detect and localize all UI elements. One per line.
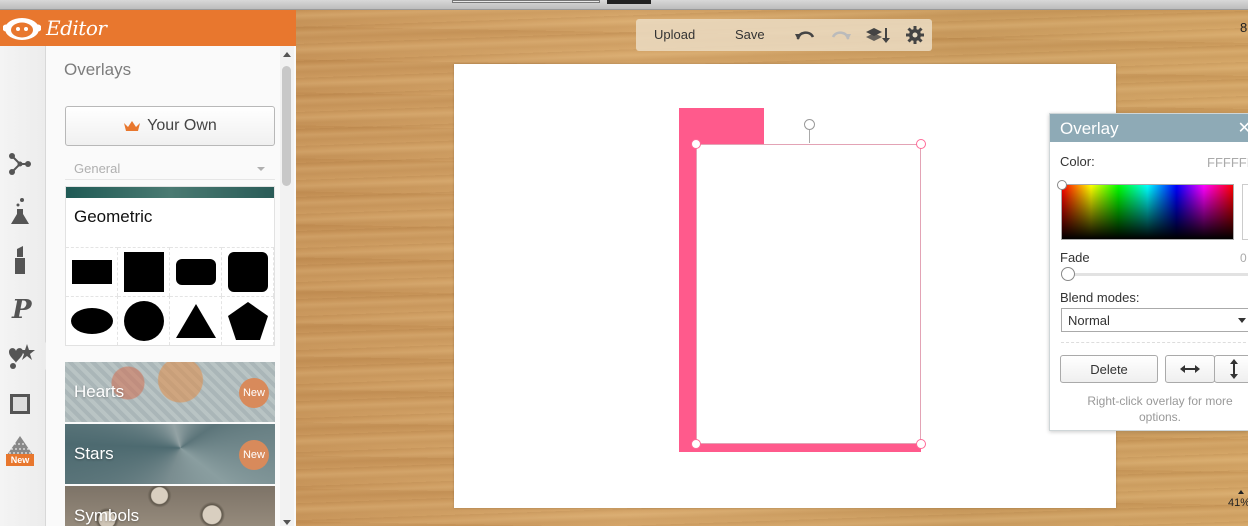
category-label: Hearts [74, 382, 125, 401]
category-select[interactable]: General [65, 156, 275, 180]
save-button[interactable]: Save [735, 27, 765, 42]
shape-square[interactable] [118, 247, 170, 296]
editor-header: Editor [0, 10, 296, 46]
fade-label: Fade [1060, 250, 1090, 265]
divider [1061, 342, 1248, 343]
resize-handle-top-right[interactable] [916, 139, 926, 149]
app-title: Editor [46, 16, 107, 40]
color-picker-knob[interactable] [1057, 180, 1067, 190]
sidebar: Editor P New Overlays Your Own General G… [0, 10, 296, 526]
right-click-hint: Right-click overlay for more options. [1087, 394, 1233, 424]
pink-overlay-top[interactable] [679, 108, 764, 144]
panel-title: Overlays [64, 60, 132, 79]
color-swatch[interactable] [1242, 184, 1248, 240]
blend-mode-value: Normal [1068, 313, 1110, 328]
redo-icon[interactable] [830, 27, 852, 43]
browser-block [607, 0, 651, 4]
color-label: Color: [1060, 154, 1095, 169]
blend-mode-select[interactable]: Normal [1061, 308, 1248, 332]
geometric-title: Geometric [74, 207, 153, 226]
your-own-button[interactable]: Your Own [65, 106, 275, 146]
settings-icon[interactable] [905, 25, 925, 45]
overlays-panel: Overlays Your Own General Geometric Hear… [46, 46, 296, 526]
your-own-label: Your Own [147, 117, 217, 134]
svg-text:P: P [11, 295, 32, 323]
blend-modes-label: Blend modes: [1060, 290, 1140, 305]
category-select-value: General [74, 161, 121, 176]
shape-rounded-rectangle[interactable] [170, 247, 222, 296]
zoom-up-icon[interactable] [1238, 490, 1244, 494]
category-label: Symbols [74, 506, 140, 525]
fade-slider-knob[interactable] [1061, 267, 1075, 281]
scroll-up-icon[interactable] [283, 52, 291, 57]
geometric-card: Geometric [65, 186, 275, 346]
color-hex-value[interactable]: FFFFFF [1207, 155, 1248, 170]
shape-circle[interactable] [118, 296, 170, 345]
category-stars[interactable]: Stars New [65, 424, 275, 484]
flip-horizontal-button[interactable] [1165, 355, 1215, 383]
frames-icon[interactable] [4, 388, 36, 420]
pink-overlay-bottom[interactable] [696, 444, 921, 452]
crown-icon [124, 121, 141, 131]
scroll-down-icon[interactable] [283, 520, 291, 525]
browser-field [452, 0, 600, 3]
chevron-down-icon [1238, 318, 1246, 323]
card-top-strip [66, 187, 274, 198]
selected-overlay[interactable] [696, 144, 921, 444]
scrollbar-thumb[interactable] [282, 66, 291, 186]
flask-icon[interactable] [4, 196, 36, 228]
overlay-panel-header[interactable]: Overlay ✕ [1050, 114, 1248, 142]
tool-rail: P New [0, 46, 54, 526]
new-badge: New [239, 440, 269, 470]
delete-label: Delete [1090, 361, 1128, 377]
rotate-handle[interactable] [804, 119, 815, 130]
picmonkey-logo-icon [3, 18, 41, 40]
new-badge: New [239, 378, 269, 408]
layers-icon[interactable] [865, 26, 891, 44]
category-symbols[interactable]: Symbols [65, 486, 275, 526]
pink-overlay-left[interactable] [679, 144, 696, 452]
flip-vertical-icon [1230, 359, 1238, 379]
shape-triangle[interactable] [170, 296, 222, 345]
sidebar-toggle-icon[interactable]: 8 [1240, 20, 1247, 35]
top-toolbar: Upload Save [636, 19, 932, 51]
lipstick-icon[interactable] [4, 244, 36, 276]
chevron-down-icon [257, 167, 265, 171]
overlay-panel-title: Overlay [1060, 119, 1119, 138]
shape-rounded-square[interactable] [222, 247, 274, 296]
rotation-line [809, 129, 810, 143]
color-spectrum[interactable] [1061, 184, 1234, 240]
text-icon[interactable]: P [4, 292, 36, 324]
shape-ellipse[interactable] [66, 296, 118, 345]
shape-pentagon[interactable] [222, 296, 274, 345]
overlay-properties-panel: Overlay ✕ Color: FFFFFF Fade 0 Blend mod… [1049, 113, 1248, 431]
new-badge: New [6, 454, 34, 466]
browser-toolbar-strip [0, 0, 1248, 10]
resize-handle-top-left[interactable] [691, 139, 701, 149]
flip-horizontal-icon [1180, 365, 1200, 373]
close-icon[interactable]: ✕ [1238, 118, 1248, 138]
fade-value: 0 [1240, 251, 1247, 265]
category-label: Stars [74, 444, 114, 463]
zoom-level[interactable]: 41% [1228, 497, 1248, 509]
fade-slider[interactable] [1062, 273, 1248, 276]
upload-button[interactable]: Upload [654, 27, 695, 42]
shape-grid [66, 247, 274, 345]
effects-icon[interactable] [4, 148, 36, 180]
resize-handle-bottom-right[interactable] [916, 439, 926, 449]
category-hearts[interactable]: Hearts New [65, 362, 275, 422]
shape-rectangle[interactable] [66, 247, 118, 296]
delete-button[interactable]: Delete [1060, 355, 1158, 383]
flip-vertical-button[interactable] [1214, 355, 1248, 383]
resize-handle-bottom-left[interactable] [691, 439, 701, 449]
overlays-icon[interactable] [4, 340, 54, 372]
undo-icon[interactable] [794, 27, 816, 43]
